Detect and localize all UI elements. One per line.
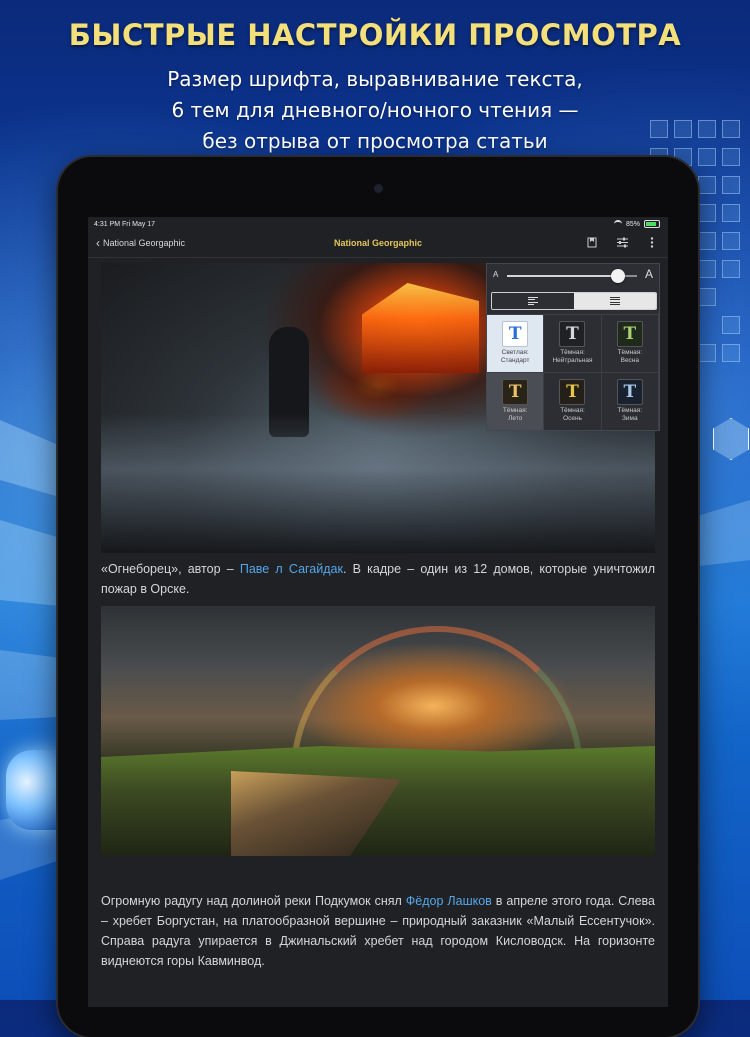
theme-label: Тёмная: [502,407,528,414]
article-photo-rainbow [101,606,655,856]
align-left-icon [528,295,538,307]
tile-decoration [722,176,740,194]
status-bar: 4:31 PM Fri May 17 85% [88,217,668,231]
author-link[interactable]: Паве л Сагайдак [240,562,343,576]
theme-preview-icon: T [559,379,586,405]
smoke-layer [101,413,655,553]
font-decrease-label: A [493,270,499,279]
status-time: 4:31 PM Fri May 17 [94,221,156,228]
theme-preview-icon: T [559,321,586,347]
promo-subline-line: 6 тем для дневного/ночного чтения — [171,98,579,122]
theme-grid: T Светлая: Стандарт T Тёмная: Нейтральная T Тём… [487,314,659,430]
author-link[interactable]: Фёдор Лашков [406,894,492,908]
theme-preview-icon: T [616,379,643,405]
tile-decoration [698,232,716,250]
burning-house-image [362,283,479,373]
font-size-row: A A [487,264,659,288]
camera-dot [374,184,383,193]
theme-option[interactable]: T Тёмная: Весна [601,314,659,372]
theme-label: Тёмная: [560,407,585,414]
theme-label: Лето [508,415,523,422]
tile-decoration [722,316,740,334]
theme-label: Светлая: [501,349,529,356]
theme-label: Зима [622,415,638,422]
nav-actions [586,237,658,251]
more-icon[interactable] [646,237,658,251]
tile-decoration [698,260,716,278]
view-settings-popover: A A T Светлая: Стандарт T Тёмная: Нейтра… [486,263,660,431]
theme-option[interactable]: T Тёмная: Лето [487,372,545,430]
theme-label: Стандарт [500,357,530,364]
theme-option[interactable]: T Тёмная: Зима [601,372,659,430]
tile-decoration [698,288,716,306]
nav-title: National Georgaphic [333,238,422,248]
settings-sliders-icon[interactable] [616,237,628,251]
article-caption: Огромную радугу над долиной реки Подкумо… [101,891,655,971]
tablet-screen: 4:31 PM Fri May 17 85% ‹ National Georga… [88,217,668,1007]
promo-headline: БЫСТРЫЕ НАСТРОЙКИ ПРОСМОТРА [68,18,682,52]
font-increase-label: A [644,267,653,281]
promo-subline: Размер шрифта, выравнивание текста, 6 те… [0,64,750,157]
theme-label: Тёмная: [560,349,585,356]
article-caption: «Огнеборец», автор – Паве л Сагайдак. В … [101,559,655,599]
theme-option[interactable]: T Тёмная: Осень [544,372,602,430]
tile-decoration [698,344,716,362]
promo-subline-line: без отрыва от просмотра статьи [202,129,548,153]
theme-preview-icon: T [616,321,643,347]
tile-decoration [698,204,716,222]
theme-label: Тёмная: [617,349,643,356]
promo-subline-line: Размер шрифта, выравнивание текста, [167,67,583,91]
wifi-icon [613,220,622,228]
bookmark-icon[interactable] [586,237,598,251]
font-size-slider[interactable] [507,269,637,283]
navigation-bar: ‹ National Georgaphic National Georgaphi… [88,231,668,258]
tile-decoration [722,204,740,222]
tile-decoration [698,176,716,194]
tile-decoration [722,260,740,278]
slider-thumb[interactable] [610,269,625,283]
slider-fill [507,275,618,277]
caption-text: Огромную радугу над долиной реки Подкумо… [101,894,406,908]
tile-decoration [722,344,740,362]
theme-option[interactable]: T Тёмная: Нейтральная [544,314,602,372]
tablet-frame: 4:31 PM Fri May 17 85% ‹ National Georga… [58,157,698,1037]
theme-option[interactable]: T Светлая: Стандарт [487,314,545,372]
battery-icon [644,220,660,228]
theme-label: Тёмная: [617,407,643,414]
battery-percent: 85% [625,220,640,228]
theme-preview-icon: T [502,379,529,405]
caption-text: «Огнеборец», автор – [101,562,240,576]
theme-preview-icon: T [502,321,529,347]
align-left-button[interactable] [492,293,574,309]
theme-label: Осень [563,415,582,422]
theme-label: Нейтральная [552,357,593,364]
tile-decoration [722,232,740,250]
align-justify-icon [610,295,620,307]
globe-decoration [6,750,58,830]
alignment-control [491,292,657,310]
align-justify-button[interactable] [574,293,656,309]
theme-label: Весна [620,357,640,364]
status-right: 85% [613,220,660,228]
